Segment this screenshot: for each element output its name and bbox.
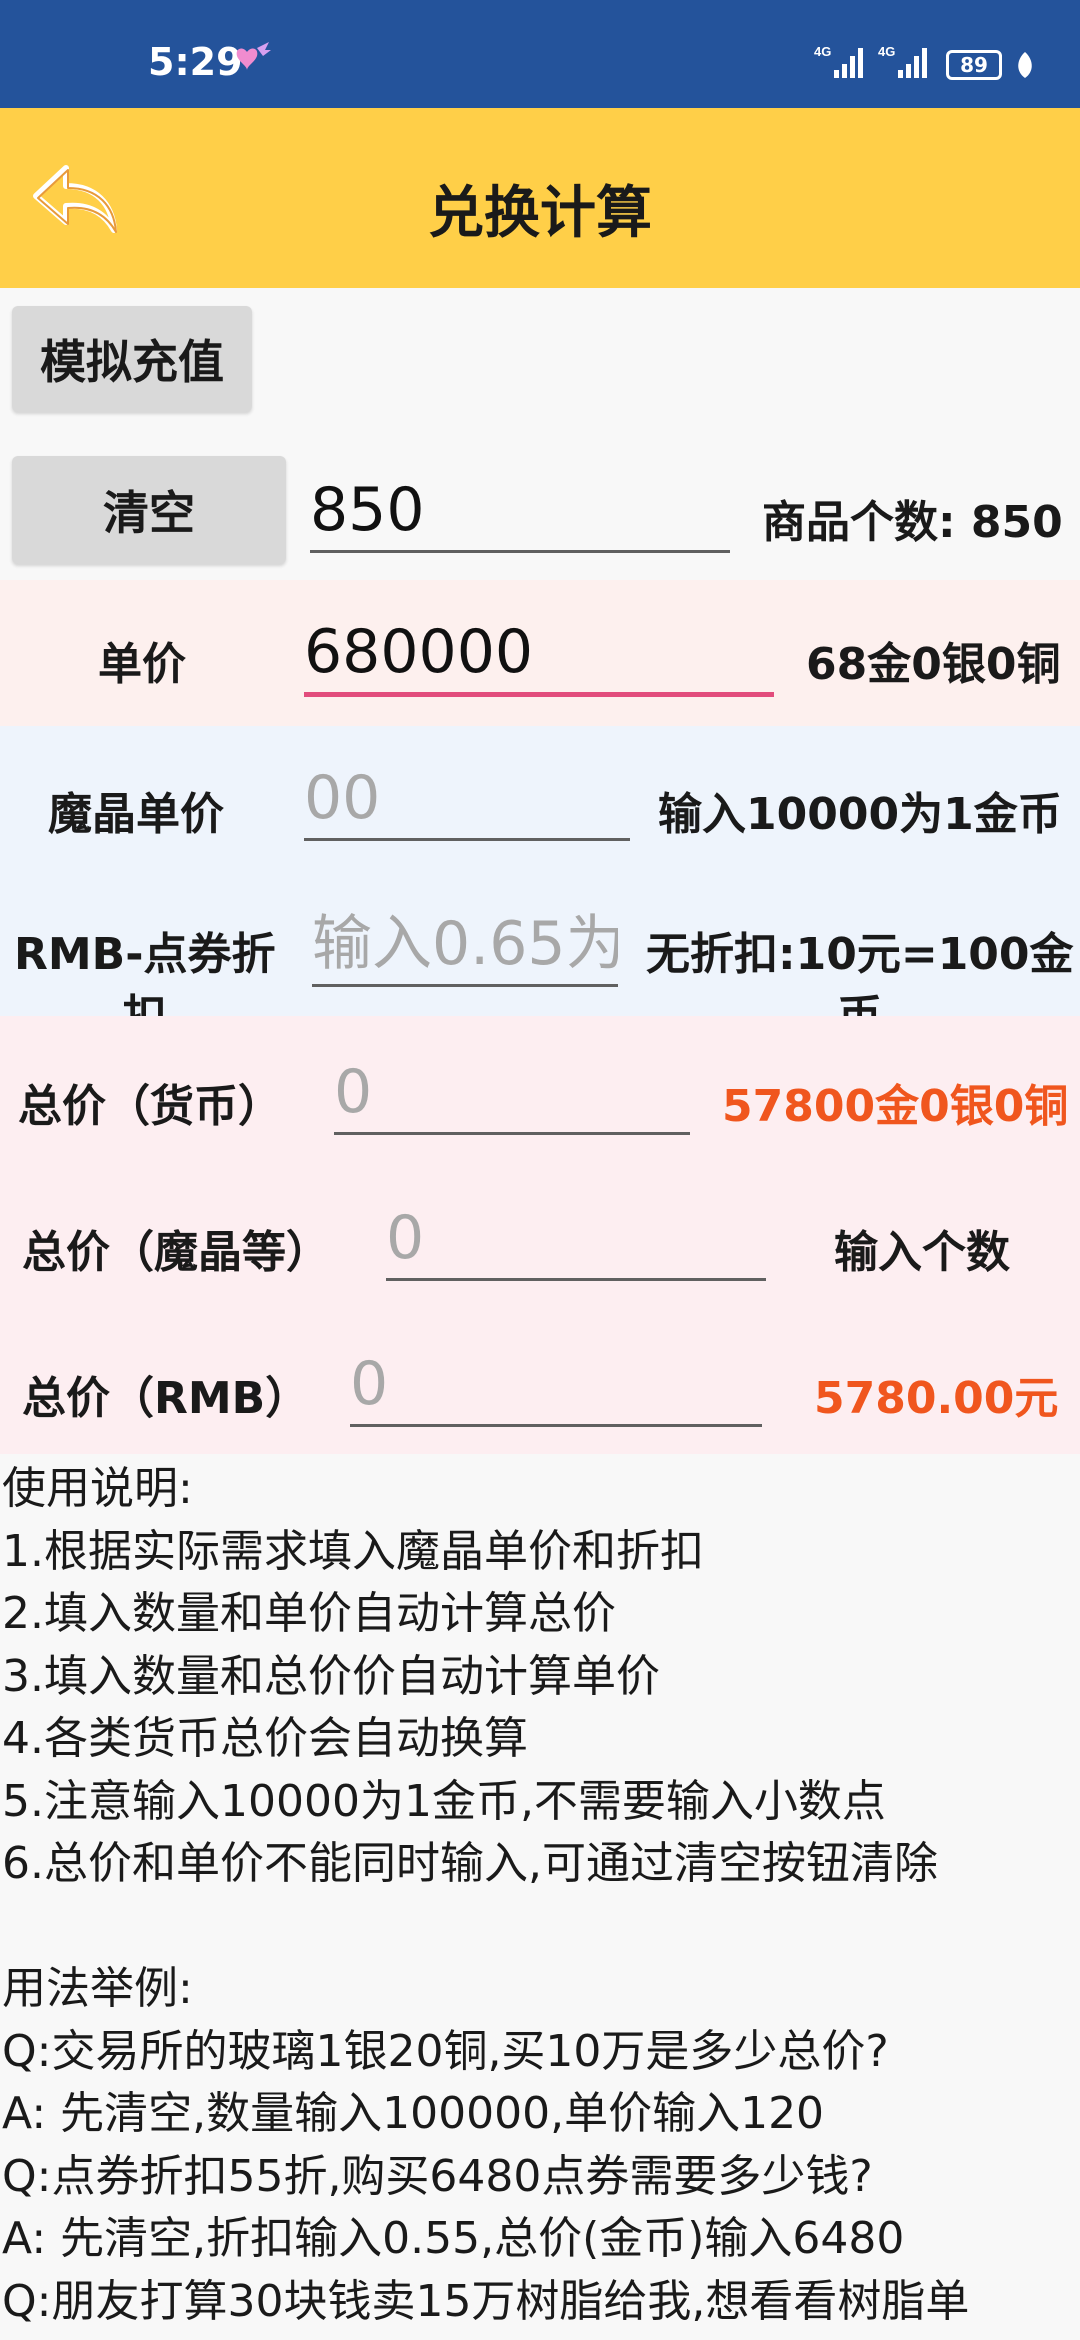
instruction-line: Q:朋友打算30块钱卖15万树脂给我,想看看树脂单 [2, 2275, 970, 2327]
unit-price-input[interactable]: 680000 [304, 612, 774, 697]
quantity-result: 商品个数: 850 [762, 497, 1063, 548]
crystal-discount-section: 魔晶单价 00 输入10000为1金币 RMB-点券折 扣 输入0.65为 无折… [0, 726, 1080, 1016]
wing-heart-icon [236, 42, 271, 70]
total-currency-input[interactable]: 0 [334, 1052, 690, 1135]
crystal-price-input[interactable]: 00 [304, 758, 630, 841]
unit-price-label: 单价 [98, 639, 186, 690]
total-rmb-result: 5780.00元 [814, 1373, 1059, 1424]
instruction-line [2, 1896, 1078, 1959]
instruction-line: 5.注意输入10000为1金币,不需要输入小数点 [2, 1775, 886, 1827]
instruction-line: 2.填入数量和单价自动计算总价 [2, 1588, 616, 1639]
total-crystal-input[interactable]: 0 [386, 1198, 766, 1281]
instruction-line: Q:交易所的玻璃1银20铜,买10万是多少总价? [2, 2025, 889, 2077]
instruction-line: 1.根据实际需求填入魔晶单价和折扣 [2, 1525, 704, 1577]
total-currency-label: 总价（货币） [18, 1081, 282, 1132]
discount-label-line1: RMB-点券折 [14, 929, 276, 980]
discount-result-line2: 币 [646, 986, 1074, 1016]
battery-icon: 89 [946, 50, 1002, 80]
status-bar: 5:29 4G 4G 89 [0, 0, 1080, 108]
instructions: 使用说明: 1.根据实际需求填入魔晶单价和折扣 2.填入数量和单价自动计算总价 … [2, 1458, 1078, 2333]
leaf-icon [1018, 52, 1032, 78]
signal-label: 4G [814, 44, 831, 59]
signal-icon: 4G [814, 44, 863, 78]
discount-result: 无折扣:10元=100金 币 [646, 924, 1074, 1016]
simulate-recharge-button[interactable]: 模拟充值 [12, 306, 252, 412]
instruction-line: Q:点券折扣55折,购买6480点券需要多少钱? [2, 2150, 873, 2202]
total-rmb-input[interactable]: 0 [350, 1344, 762, 1427]
instruction-line: A: 先清空,数量输入100000,单价输入120 [2, 2088, 825, 2139]
total-crystal-result: 输入个数 [834, 1227, 1010, 1278]
unit-price-row: 单价 680000 68金0银0铜 [0, 580, 1080, 726]
discount-label-line2: 扣 [14, 986, 275, 1016]
instruction-line: 4.各类货币总价会自动换算 [2, 1713, 528, 1764]
app-bar: 兑换计算 [0, 108, 1080, 288]
total-currency-result: 57800金0银0铜 [722, 1081, 1069, 1132]
instruction-line: 使用说明: [2, 1463, 193, 1514]
instruction-line: A: 先清空,折扣输入0.55,总价(金币)输入6480 [2, 2213, 905, 2264]
total-rmb-label: 总价（RMB） [22, 1373, 310, 1424]
instruction-line: 用法举例: [2, 1963, 193, 2014]
status-time: 5:29 [148, 40, 243, 84]
instruction-line: 6.总价和单价不能同时输入,可通过清空按钮清除 [2, 1838, 938, 1889]
crystal-price-result: 输入10000为1金币 [658, 789, 1062, 840]
total-crystal-label: 总价（魔晶等） [22, 1227, 330, 1278]
discount-result-line1: 无折扣:10元=100金 [646, 929, 1074, 980]
instruction-line: 3.填入数量和总价价自动计算单价 [2, 1650, 660, 1702]
quantity-input[interactable]: 850 [310, 470, 730, 553]
unit-price-result: 68金0银0铜 [806, 639, 1061, 690]
discount-input[interactable]: 输入0.65为 [312, 904, 618, 987]
signal-icon: 4G [878, 44, 927, 78]
clear-button[interactable]: 清空 [12, 456, 286, 564]
discount-label: RMB-点券折 扣 [14, 924, 275, 1016]
page-title: 兑换计算 [428, 181, 652, 246]
signal-label: 4G [878, 44, 895, 59]
crystal-price-label: 魔晶单价 [48, 789, 224, 840]
totals-section: 总价（货币） 0 57800金0银0铜 总价（魔晶等） 0 输入个数 总价（RM… [0, 1016, 1080, 1454]
quantity-row: 清空 850 商品个数: 850 [0, 440, 1080, 580]
